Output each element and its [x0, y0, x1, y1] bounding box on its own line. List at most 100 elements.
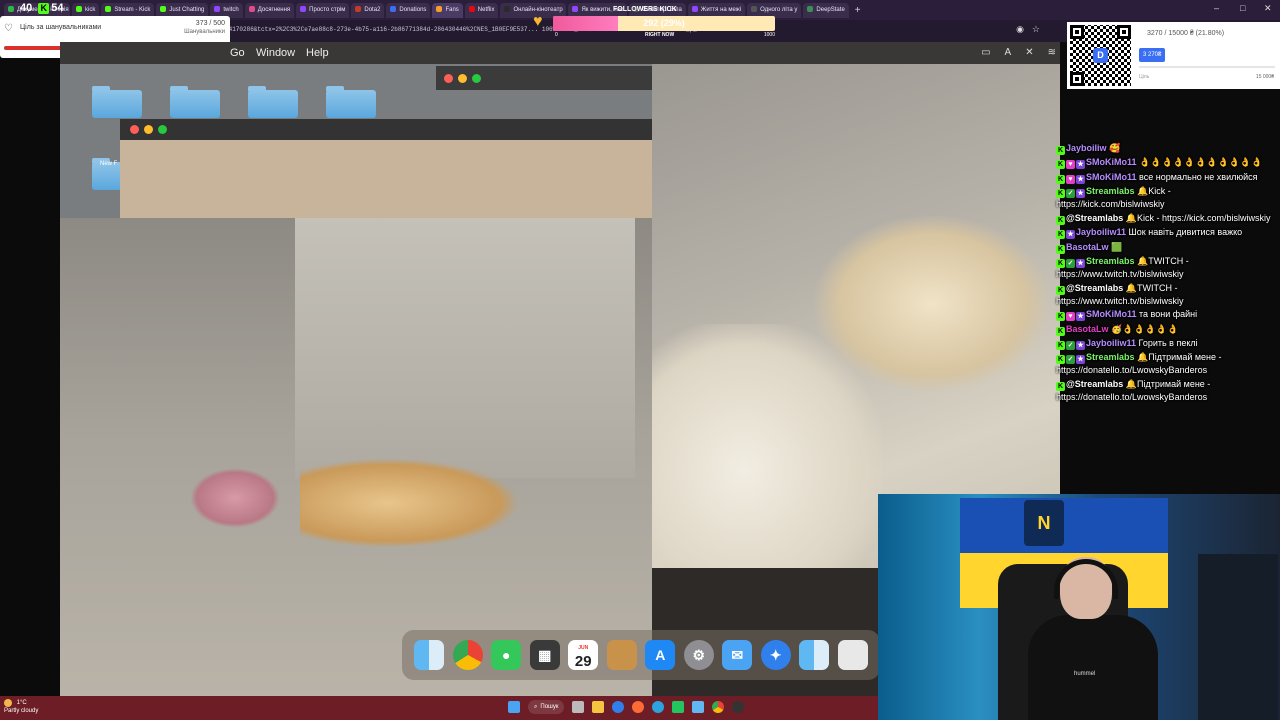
store-icon[interactable] [672, 701, 685, 713]
kick-badge-icon: K [1056, 340, 1065, 350]
kick-badge-icon: K [1056, 230, 1065, 240]
menu-go[interactable]: Go [230, 47, 245, 59]
safari-icon[interactable]: ✦ [760, 640, 791, 670]
zoom-window-icon[interactable] [158, 125, 167, 134]
minimize-icon[interactable]: – [1214, 3, 1219, 13]
chat-username[interactable]: SMoKiMo11 [1086, 309, 1137, 319]
minimize-window-icon[interactable] [458, 74, 467, 83]
telegram-icon[interactable] [652, 701, 665, 713]
minimize-window-icon[interactable] [144, 125, 153, 134]
folder-icon[interactable] [92, 86, 142, 118]
kick-badge-icon: K [1056, 285, 1065, 295]
messages-icon[interactable]: ● [491, 640, 522, 670]
close-window-icon[interactable] [130, 125, 139, 134]
finder-icon[interactable] [799, 640, 830, 670]
mute-icon[interactable]: ✕ [1025, 47, 1033, 58]
task-view-icon[interactable] [572, 701, 585, 713]
tab-favicon-icon [248, 5, 255, 12]
chat-username[interactable]: BasotaLw [1066, 324, 1109, 334]
chat-username[interactable]: Streamlabs [1086, 256, 1135, 266]
browser-tab[interactable]: Donations [386, 2, 431, 18]
folder-icon[interactable] [170, 86, 220, 118]
tab-label: Donations [399, 6, 427, 13]
chat-username[interactable]: @Streamlabs [1066, 283, 1123, 293]
chat-username[interactable]: @Streamlabs [1066, 213, 1123, 223]
chrome-icon[interactable] [712, 701, 725, 713]
chrome-icon[interactable] [452, 640, 483, 670]
edge-icon[interactable] [612, 701, 625, 713]
qr-finder [1070, 72, 1084, 86]
chat-username[interactable]: Jayboiliw [1066, 143, 1107, 153]
chat-username[interactable]: Jayboiliw11 [1086, 338, 1136, 348]
mail-icon[interactable]: ✉ [722, 640, 753, 670]
app-icon[interactable] [692, 701, 705, 713]
windows-start-icon[interactable] [508, 701, 520, 713]
tab-favicon-icon [390, 5, 397, 12]
chat-username[interactable]: SMoKiMo11 [1086, 157, 1137, 167]
trash-icon[interactable] [837, 640, 868, 670]
chat-username[interactable]: Jayboiliw11 [1076, 227, 1126, 237]
chat-text: 🟩 [1111, 241, 1123, 252]
maximize-icon[interactable]: □ [1240, 3, 1245, 13]
obs-icon[interactable] [732, 701, 745, 713]
tab-label: Просто стрім [309, 6, 346, 13]
browser-tab[interactable]: Просто стрім [296, 2, 350, 18]
file-explorer-icon[interactable] [592, 701, 605, 713]
vip-badge-icon: ♥ [1066, 160, 1075, 170]
og-badge-icon: ★ [1076, 258, 1085, 268]
chat-text: та вони файні [1139, 309, 1198, 320]
donation-qr-code: D [1070, 25, 1131, 86]
chat-message: K ♥ ★ SMoKiMo11 та вони файні [1056, 308, 1276, 322]
finder-icon[interactable] [414, 640, 445, 670]
chat-username[interactable]: BasotaLw [1066, 242, 1109, 252]
calendar-icon[interactable]: JUN 29 [568, 640, 599, 670]
window-titlebar [436, 66, 652, 90]
folder-icon[interactable] [326, 86, 376, 118]
kick-viewers-count: 54 [51, 2, 64, 14]
chat-username[interactable]: Streamlabs [1086, 352, 1135, 362]
app-store-icon[interactable]: A [645, 640, 676, 670]
new-tab-icon[interactable]: + [855, 5, 861, 16]
weather-widget[interactable]: 1°C Partly cloudy [4, 699, 38, 715]
chat-message: K ✓ ★ Streamlabs 🔔Підтримай мене - https://… [1056, 351, 1276, 376]
folder-label: New F [100, 161, 118, 167]
browser-tab[interactable]: Netflix [464, 2, 499, 18]
chat-username[interactable]: SMoKiMo11 [1086, 172, 1137, 182]
wifi-icon[interactable]: ≋ [1048, 47, 1056, 58]
mac-dock: ● ▦ JUN 29 A ⚙ ✉ ✦ [402, 630, 880, 680]
close-icon[interactable]: ✕ [1264, 3, 1272, 14]
og-badge-icon: ★ [1076, 160, 1085, 170]
folder-icon[interactable] [248, 86, 298, 118]
display-icon[interactable]: ▭ [981, 47, 990, 58]
chat-username[interactable]: Streamlabs [1086, 186, 1135, 196]
chat-message: K BasotaLw 🟩 [1056, 241, 1276, 254]
kick-viewers: K 54 [38, 2, 64, 14]
chat-message: K ✓ ★ Streamlabs 🔔Kick - https://kick.com/b… [1056, 185, 1276, 210]
calculator-icon[interactable]: ▦ [529, 640, 560, 670]
menu-window[interactable]: Window [256, 47, 295, 59]
concrete-wall [295, 218, 635, 478]
star-icon[interactable]: ☆ [1032, 24, 1040, 35]
kick-badge-icon: K [1056, 258, 1065, 268]
keyboard-icon[interactable]: A [1005, 47, 1012, 58]
viewer-stats: 40 K 54 [20, 2, 64, 14]
browser-tab[interactable]: Fans [432, 2, 463, 18]
og-badge-icon: ★ [1076, 174, 1085, 184]
zoom-window-icon[interactable] [472, 74, 481, 83]
contacts-icon[interactable] [606, 640, 637, 670]
firefox-icon[interactable] [632, 701, 645, 713]
system-settings-icon[interactable]: ⚙ [683, 640, 714, 670]
taskbar-search[interactable]: ⌕ Пошук [528, 700, 565, 714]
tab-label: kick [85, 6, 96, 13]
browser-tab[interactable]: DeepState [803, 2, 849, 18]
chat-username[interactable]: @Streamlabs [1066, 379, 1123, 389]
eye-icon[interactable]: ◉ [1016, 24, 1024, 35]
vip-badge-icon: ♥ [1066, 174, 1075, 184]
followers-goal-now: RIGHT NOW [645, 32, 675, 38]
kick-badge-icon: K [1056, 174, 1065, 184]
menu-help[interactable]: Help [306, 47, 329, 59]
kick-badge-icon: K [1056, 244, 1065, 254]
close-window-icon[interactable] [444, 74, 453, 83]
browser-tab[interactable]: Dota2 [351, 2, 385, 18]
browser-tab[interactable]: Досягнення [244, 2, 295, 18]
